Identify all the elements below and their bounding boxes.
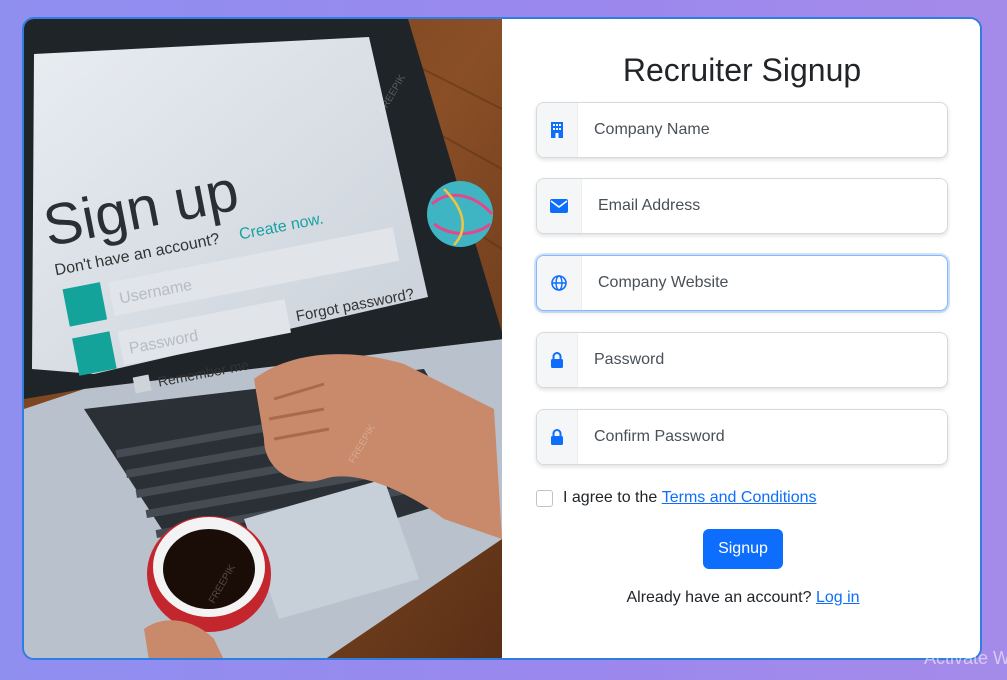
terms-link[interactable]: Terms and Conditions	[662, 489, 817, 507]
globe-icon	[537, 256, 582, 310]
confirm-password-input[interactable]	[578, 410, 947, 464]
email-field	[536, 178, 948, 234]
lock-icon	[537, 410, 578, 464]
company-name-field	[536, 102, 948, 158]
illustration-user-icon	[62, 282, 108, 327]
company-website-input[interactable]	[582, 256, 947, 310]
login-prompt: Already have an account? Log in	[502, 589, 980, 607]
login-link[interactable]: Log in	[816, 589, 860, 606]
lock-icon	[537, 333, 578, 387]
os-activation-watermark: Activate W	[924, 648, 1007, 668]
signup-button[interactable]: Signup	[703, 529, 783, 569]
password-field	[536, 332, 948, 388]
password-input[interactable]	[578, 333, 947, 387]
company-name-input[interactable]	[578, 103, 947, 157]
building-icon	[537, 103, 578, 157]
envelope-icon	[537, 179, 582, 233]
login-prompt-text: Already have an account?	[626, 589, 812, 606]
signup-card: Sign up Don't have an account? Create no…	[22, 17, 982, 660]
signup-form-panel: Recruiter Signup Company Name Email Addr…	[502, 19, 980, 658]
terms-checkbox[interactable]	[536, 489, 553, 507]
company-website-field	[536, 255, 948, 311]
email-input[interactable]	[582, 179, 947, 233]
page-title: Recruiter Signup	[622, 52, 862, 88]
agree-text: I agree to the	[563, 489, 658, 506]
terms-agreement: I agree to the Terms and Conditions	[536, 489, 817, 507]
confirm-password-field	[536, 409, 948, 465]
hero-illustration: Sign up Don't have an account? Create no…	[24, 19, 502, 658]
illustration-lock-icon	[72, 331, 117, 376]
